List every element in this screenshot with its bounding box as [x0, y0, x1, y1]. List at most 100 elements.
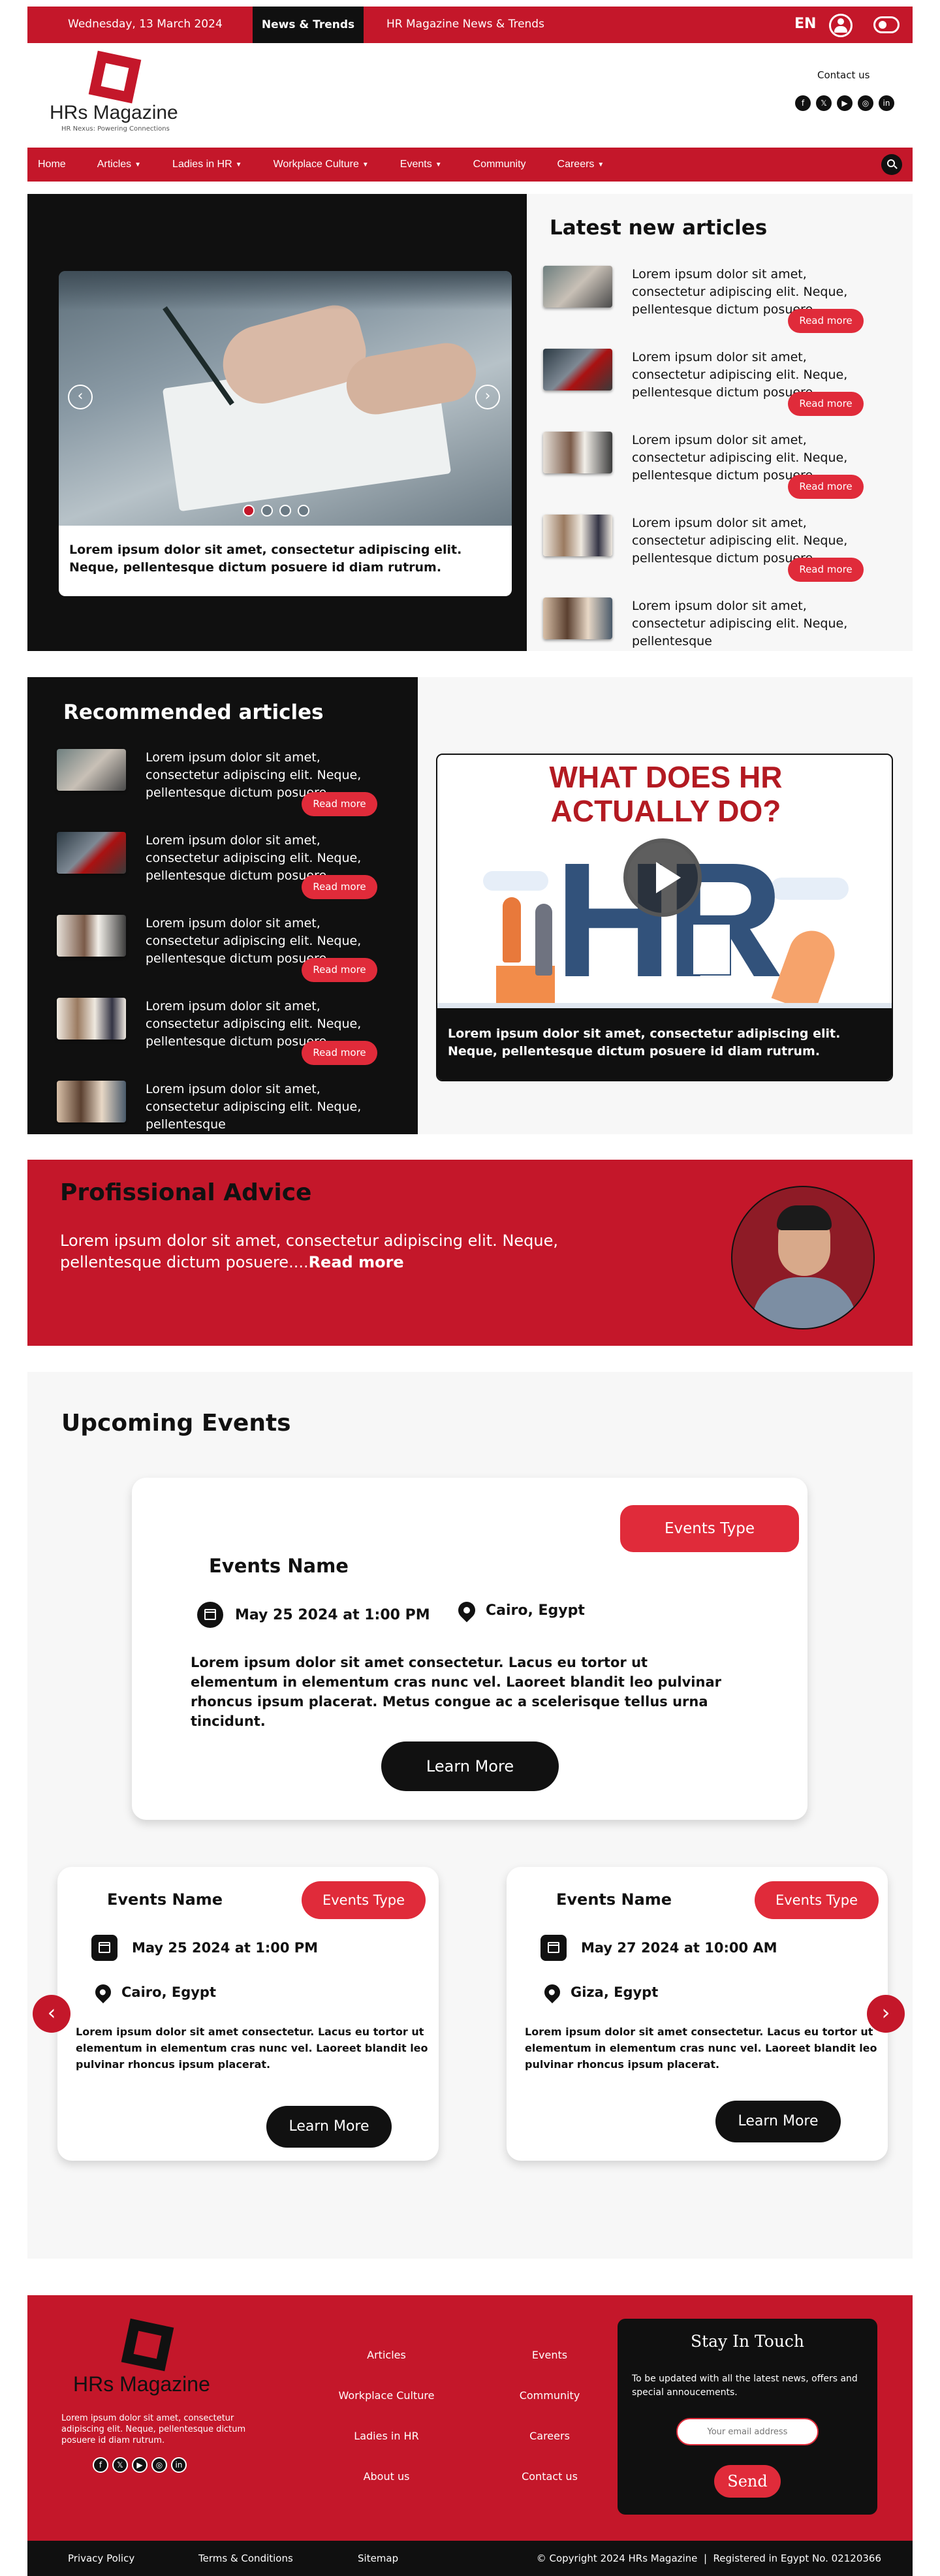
- nav-events[interactable]: Events ▼: [400, 159, 442, 170]
- nav-ladies-in-hr[interactable]: Ladies in HR ▼: [172, 159, 242, 170]
- tab-news-trends[interactable]: News & Trends: [253, 7, 364, 43]
- slider-dot-active[interactable]: [243, 505, 255, 517]
- chevron-right-icon: ›: [484, 388, 491, 404]
- latest-article-item[interactable]: Lorem ipsum dolor sit amet, consectetur …: [543, 597, 883, 651]
- event-type-badge[interactable]: Events Type: [302, 1881, 426, 1919]
- read-more-button[interactable]: Read more: [788, 392, 864, 416]
- advice-read-more[interactable]: Read more: [309, 1253, 404, 1271]
- hero-next-button[interactable]: ›: [475, 385, 500, 409]
- events-prev-button[interactable]: ‹: [33, 1995, 70, 2033]
- instagram-icon[interactable]: ◎: [151, 2457, 167, 2473]
- video-card[interactable]: WHAT DOES HR ACTUALLY DO? HR Lorem ipsum…: [436, 754, 893, 1081]
- learn-more-button[interactable]: Learn More: [266, 2106, 392, 2148]
- location-pin-icon: [541, 1981, 563, 2003]
- instagram-icon[interactable]: ◎: [858, 95, 873, 111]
- slider-dot[interactable]: [261, 505, 273, 517]
- facebook-icon[interactable]: f: [795, 95, 811, 111]
- article-thumbnail: [543, 432, 612, 473]
- play-icon[interactable]: [623, 838, 702, 917]
- event-location-row: Cairo, Egypt: [454, 1598, 585, 1623]
- event-description: Lorem ipsum dolor sit amet consectetur. …: [191, 1655, 721, 1729]
- read-more-button[interactable]: Read more: [302, 1041, 377, 1065]
- footer-link-articles[interactable]: Articles: [367, 2349, 406, 2361]
- footer-link-workplace-culture[interactable]: Workplace Culture: [339, 2389, 435, 2402]
- article-thumbnail: [543, 515, 612, 556]
- learn-more-button[interactable]: Learn More: [715, 2101, 841, 2142]
- linkedin-icon[interactable]: in: [171, 2457, 187, 2473]
- event-date: May 27 2024 at 10:00 AM: [581, 1940, 777, 1956]
- brand-name: HRs Magazine: [50, 102, 178, 123]
- toggle-icon[interactable]: [873, 16, 900, 33]
- search-icon[interactable]: [881, 154, 902, 175]
- read-more-button[interactable]: Read more: [302, 958, 377, 982]
- read-more-button[interactable]: Read more: [302, 875, 377, 899]
- nav-careers[interactable]: Careers ▼: [557, 159, 604, 170]
- send-button[interactable]: Send: [714, 2465, 781, 2498]
- nav-community[interactable]: Community: [473, 159, 526, 170]
- x-icon[interactable]: 𝕏: [112, 2457, 128, 2473]
- chevron-right-icon: ›: [881, 2000, 890, 2025]
- chevron-left-icon: ‹: [77, 388, 84, 404]
- hero-dots: [243, 505, 309, 517]
- user-icon[interactable]: [829, 14, 853, 37]
- chevron-left-icon: ‹: [47, 2000, 56, 2025]
- event-date: May 25 2024 at 1:00 PM: [132, 1940, 319, 1956]
- event-type-badge[interactable]: Events Type: [620, 1505, 799, 1552]
- latest-article-item[interactable]: Lorem ipsum dolor sit amet, consectetur …: [543, 432, 883, 503]
- youtube-icon[interactable]: ▶: [837, 95, 853, 111]
- slider-dot[interactable]: [298, 505, 309, 517]
- x-icon[interactable]: 𝕏: [816, 95, 832, 111]
- recommended-article-item[interactable]: Lorem ipsum dolor sit amet, consectetur …: [57, 832, 396, 904]
- facebook-icon[interactable]: f: [93, 2457, 108, 2473]
- slider-dot[interactable]: [279, 505, 291, 517]
- latest-article-item[interactable]: Lorem ipsum dolor sit amet, consectetur …: [543, 515, 883, 586]
- site-footer: HRs Magazine Lorem ipsum dolor sit amet,…: [27, 2295, 913, 2541]
- hero-prev-button[interactable]: ‹: [68, 385, 93, 409]
- terms-link[interactable]: Terms & Conditions: [198, 2552, 293, 2564]
- event-location: Cairo, Egypt: [486, 1602, 585, 1619]
- read-more-button[interactable]: Read more: [788, 309, 864, 333]
- tab-hr-magazine-news[interactable]: HR Magazine News & Trends: [386, 18, 544, 31]
- footer-link-events[interactable]: Events: [532, 2349, 567, 2361]
- event-location-row: Giza, Egypt: [541, 1981, 658, 2003]
- read-more-button[interactable]: Read more: [302, 792, 377, 816]
- event-location-row: Cairo, Egypt: [92, 1981, 216, 2003]
- nav-articles[interactable]: Articles ▼: [97, 159, 141, 170]
- nav-ladies-label: Ladies in HR: [172, 159, 232, 170]
- footer-link-careers[interactable]: Careers: [529, 2430, 570, 2442]
- learn-more-button[interactable]: Learn More: [381, 1741, 559, 1791]
- privacy-policy-link[interactable]: Privacy Policy: [68, 2552, 134, 2564]
- calendar-icon: [91, 1935, 118, 1961]
- brand-logo[interactable]: [88, 50, 142, 104]
- nav-home[interactable]: Home: [38, 159, 66, 170]
- recommended-articles: Recommended articles Lorem ipsum dolor s…: [27, 677, 418, 1134]
- footer-link-contact-us[interactable]: Contact us: [522, 2470, 578, 2483]
- recommended-article-item[interactable]: Lorem ipsum dolor sit amet, consectetur …: [57, 1081, 396, 1134]
- video-heading-line1: WHAT DOES HR: [549, 760, 783, 794]
- event-type-badge[interactable]: Events Type: [755, 1881, 879, 1919]
- recommended-article-item[interactable]: Lorem ipsum dolor sit amet, consectetur …: [57, 749, 396, 821]
- youtube-icon[interactable]: ▶: [132, 2457, 148, 2473]
- linkedin-icon[interactable]: in: [879, 95, 894, 111]
- events-title: Upcoming Events: [61, 1410, 291, 1437]
- footer-logo[interactable]: [121, 2318, 174, 2372]
- latest-article-item[interactable]: Lorem ipsum dolor sit amet, consectetur …: [543, 266, 883, 338]
- footer-link-about-us[interactable]: About us: [364, 2470, 410, 2483]
- nav-workplace-culture[interactable]: Workplace Culture ▼: [274, 159, 369, 170]
- read-more-button[interactable]: Read more: [788, 558, 864, 582]
- latest-article-item[interactable]: Lorem ipsum dolor sit amet, consectetur …: [543, 349, 883, 421]
- events-next-button[interactable]: ›: [867, 1995, 905, 2033]
- read-more-button[interactable]: Read more: [788, 475, 864, 499]
- sitemap-link[interactable]: Sitemap: [358, 2552, 398, 2564]
- footer-link-community[interactable]: Community: [520, 2389, 580, 2402]
- recommended-article-item[interactable]: Lorem ipsum dolor sit amet, consectetur …: [57, 915, 396, 987]
- email-input[interactable]: [676, 2418, 819, 2445]
- language-switch[interactable]: EN: [794, 16, 816, 32]
- footer-link-ladies-in-hr[interactable]: Ladies in HR: [354, 2430, 418, 2442]
- footer-links-col1: Articles Workplace Culture Ladies in HR …: [315, 2349, 458, 2511]
- event-date-row: May 27 2024 at 10:00 AM: [540, 1935, 777, 1961]
- chevron-down-icon: ▼: [235, 161, 242, 168]
- recommended-title: Recommended articles: [63, 701, 324, 724]
- footer-brand-name: HRs Magazine: [73, 2372, 210, 2396]
- recommended-article-item[interactable]: Lorem ipsum dolor sit amet, consectetur …: [57, 998, 396, 1070]
